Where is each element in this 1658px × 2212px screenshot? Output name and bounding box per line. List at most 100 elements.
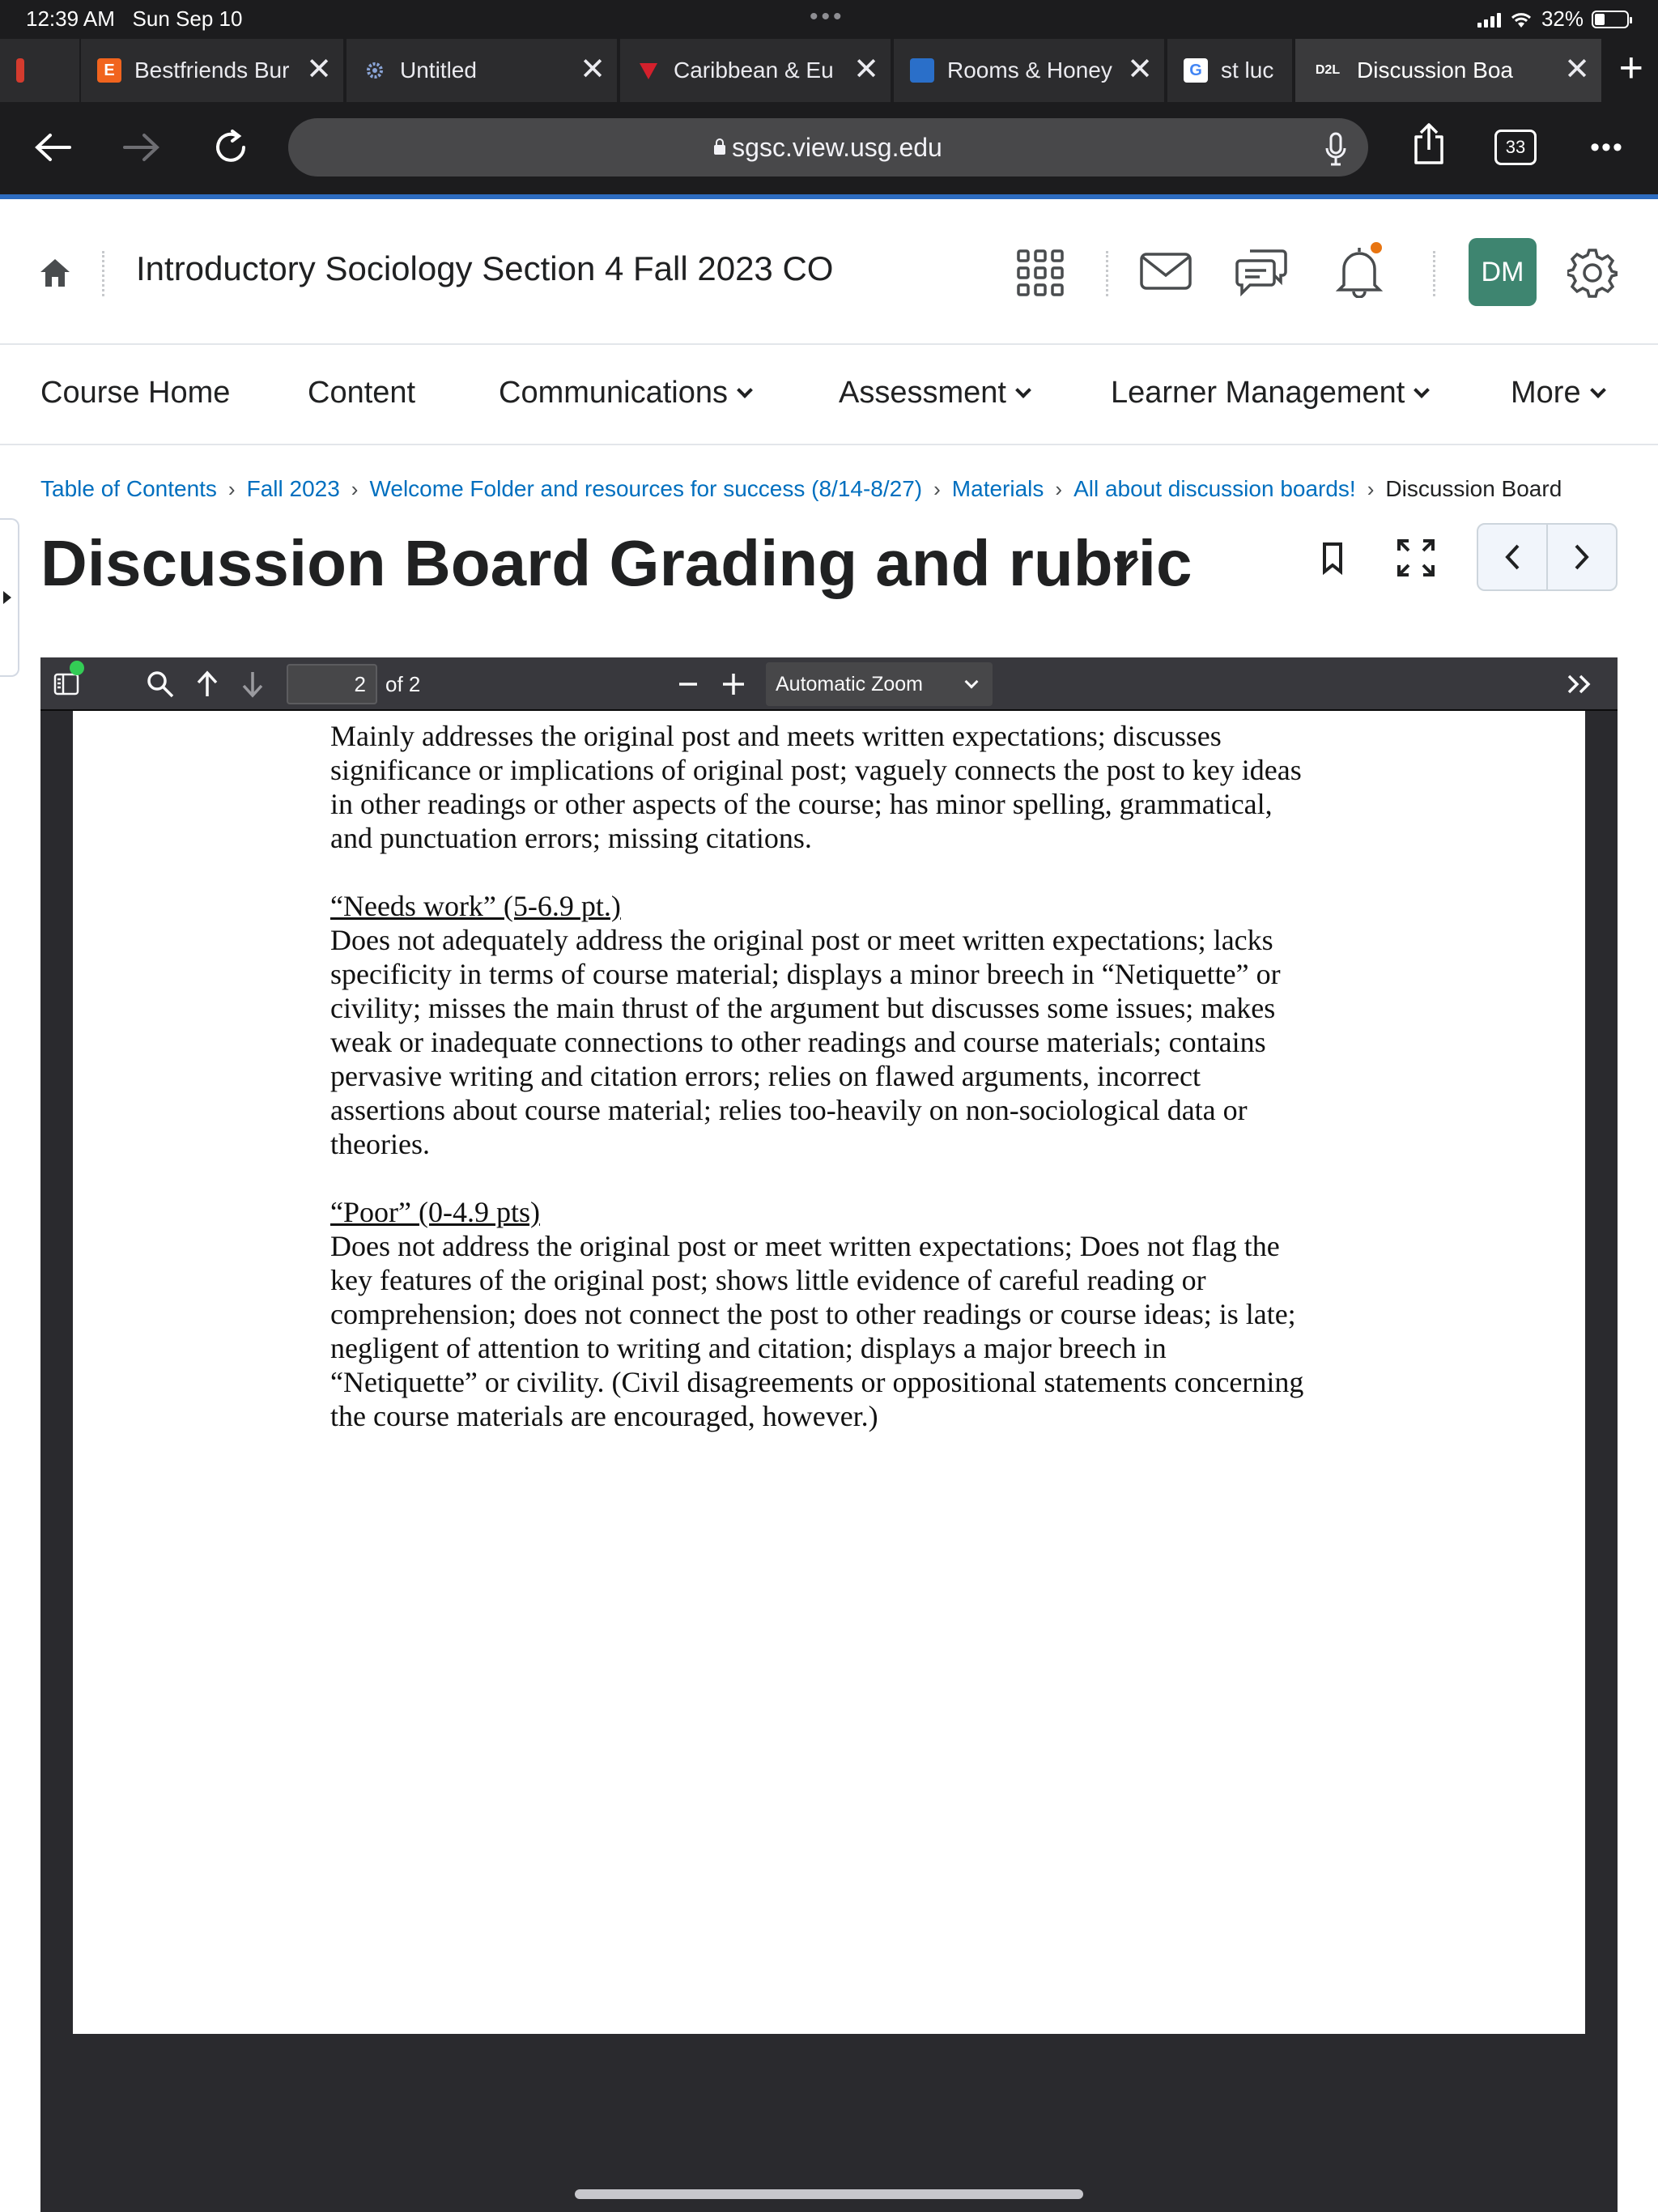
back-arrow-icon[interactable] <box>24 121 81 173</box>
close-tab-icon[interactable]: ✕ <box>848 52 879 87</box>
new-tab-plus-icon[interactable]: + <box>1619 44 1643 92</box>
nav-communications[interactable]: Communications <box>499 376 753 410</box>
chat-bubbles-icon[interactable] <box>1235 246 1287 300</box>
zoom-value: Automatic Zoom <box>776 673 924 696</box>
fullscreen-icon[interactable] <box>1397 539 1435 581</box>
nav-more[interactable]: More <box>1511 376 1606 410</box>
breadcrumb-current: Discussion Board <box>1385 476 1562 501</box>
course-selector-grid-icon[interactable] <box>1017 249 1064 300</box>
nav-label: Course Home <box>40 376 231 410</box>
tab-stack-left[interactable] <box>0 39 81 102</box>
reload-icon[interactable] <box>202 121 259 173</box>
user-avatar[interactable]: DM <box>1469 238 1537 306</box>
nav-content[interactable]: Content <box>308 376 415 410</box>
previous-page-arrow-icon[interactable] <box>191 669 223 700</box>
next-page-arrow-icon[interactable] <box>236 669 269 700</box>
zoom-out-icon[interactable] <box>672 669 704 700</box>
tab-discussion-board[interactable]: D2L Discussion Boa ✕ <box>1295 39 1603 102</box>
zoom-select[interactable]: Automatic Zoom <box>766 662 993 706</box>
breadcrumb-link[interactable]: Materials <box>952 476 1044 501</box>
nav-label: Content <box>308 376 416 410</box>
divider <box>1433 251 1435 296</box>
chevron-right-icon: › <box>1055 477 1063 501</box>
bookmark-icon[interactable] <box>1321 542 1344 579</box>
pdf-toolbar: 2 of 2 Automatic Zoom <box>40 657 1618 711</box>
status-right: 32% <box>1477 6 1632 32</box>
status-time: 12:39 AM Sun Sep 10 <box>26 6 242 32</box>
close-tab-icon[interactable]: ✕ <box>575 52 606 87</box>
page-number-input[interactable]: 2 <box>287 664 377 704</box>
home-indicator[interactable] <box>575 2189 1083 2199</box>
status-bar: 12:39 AM Sun Sep 10 ••• 32% <box>0 0 1658 37</box>
close-tab-icon[interactable]: ✕ <box>301 52 332 87</box>
tab-label: st luc <box>1221 57 1274 83</box>
tab-label: Untitled <box>400 57 477 83</box>
home-icon[interactable] <box>39 257 71 292</box>
battery-percent: 32% <box>1541 6 1584 31</box>
mail-icon[interactable] <box>1140 253 1192 294</box>
stacked-tab-icon <box>16 58 24 83</box>
tab-caribbean[interactable]: Caribbean & Eu ✕ <box>620 39 892 102</box>
nav-course-home[interactable]: Course Home <box>40 376 230 410</box>
lock-icon <box>714 138 726 155</box>
share-icon[interactable] <box>1401 118 1457 170</box>
tab-label: Caribbean & Eu <box>674 57 834 83</box>
cellular-signal-icon <box>1477 11 1501 28</box>
chevron-down-icon <box>964 674 979 689</box>
rubric-paragraph: Does not address the original post or me… <box>330 1230 1304 1432</box>
divider <box>1106 251 1108 296</box>
pdf-viewer: 2 of 2 Automatic Zoom Mainly addresses t… <box>40 657 1618 2212</box>
browser-chrome: 12:39 AM Sun Sep 10 ••• 32% E Bestfriend… <box>0 0 1658 194</box>
chevron-left-icon <box>1505 544 1520 570</box>
address-bar[interactable]: sgsc.view.usg.edu <box>288 118 1368 177</box>
course-navbar: Introductory Sociology Section 4 Fall 20… <box>0 199 1658 345</box>
rubric-paragraph: Does not adequately address the original… <box>330 924 1281 1160</box>
date: Sun Sep 10 <box>132 6 243 31</box>
tab-untitled[interactable]: Untitled ✕ <box>346 39 619 102</box>
notification-dot <box>1368 240 1384 256</box>
nav-learner-management[interactable]: Learner Management <box>1111 376 1431 410</box>
grade-heading: “Needs work” (5-6.9 pt.) <box>330 890 621 922</box>
chevron-right-icon: › <box>933 477 941 501</box>
breadcrumb-link[interactable]: Welcome Folder and resources for success… <box>369 476 922 501</box>
wifi-icon <box>1511 12 1531 28</box>
page-count: of 2 <box>385 672 421 696</box>
course-title[interactable]: Introductory Sociology Section 4 Fall 20… <box>136 249 833 288</box>
chevron-down-icon <box>737 382 753 398</box>
close-tab-icon[interactable]: ✕ <box>1559 52 1590 87</box>
tab-bestfriends[interactable]: E Bestfriends Bur ✕ <box>81 39 345 102</box>
battery-icon <box>1592 10 1632 28</box>
divider <box>102 251 104 296</box>
breadcrumb-link[interactable]: Fall 2023 <box>247 476 340 501</box>
tab-label: Discussion Boa <box>1357 57 1513 83</box>
tab-rooms[interactable]: Rooms & Honey ✕ <box>894 39 1166 102</box>
table-of-contents-toggle[interactable] <box>0 518 19 677</box>
gear-icon[interactable] <box>1566 248 1619 302</box>
chevron-down-icon <box>1414 382 1431 398</box>
pdf-page: Mainly addresses the original post and m… <box>73 711 1585 2034</box>
tools-double-chevron-icon[interactable] <box>1559 669 1600 700</box>
search-icon[interactable] <box>144 669 176 700</box>
chevron-right-icon: › <box>351 477 359 501</box>
nav-assessment[interactable]: Assessment <box>839 376 1031 410</box>
previous-topic-button[interactable] <box>1478 525 1548 589</box>
forward-arrow-icon[interactable] <box>113 121 170 173</box>
gear-favicon-icon <box>363 58 387 83</box>
course-menu: Course Home Content Communications Asses… <box>0 347 1658 445</box>
breadcrumb-link[interactable]: All about discussion boards! <box>1073 476 1356 501</box>
nav-label: Assessment <box>839 376 1006 410</box>
zoom-in-icon[interactable] <box>717 669 750 700</box>
google-favicon-icon: G <box>1184 58 1208 83</box>
tab-strip: E Bestfriends Bur ✕ Untitled ✕ Caribbean… <box>0 39 1658 102</box>
breadcrumb-link[interactable]: Table of Contents <box>40 476 217 501</box>
multitasking-dots-icon[interactable]: ••• <box>810 3 845 31</box>
more-options-icon[interactable]: ••• <box>1579 121 1635 173</box>
close-tab-icon[interactable]: ✕ <box>1122 52 1153 87</box>
next-topic-button[interactable] <box>1548 525 1616 589</box>
microphone-icon[interactable] <box>1324 130 1347 188</box>
rubric-paragraph: Mainly addresses the original post and m… <box>330 720 1302 854</box>
tab-overview-button[interactable]: 33 <box>1494 130 1537 165</box>
tab-google[interactable]: G st luc <box>1167 39 1294 102</box>
clock: 12:39 AM <box>26 6 115 31</box>
grade-heading: “Poor” (0-4.9 pts) <box>330 1196 540 1228</box>
